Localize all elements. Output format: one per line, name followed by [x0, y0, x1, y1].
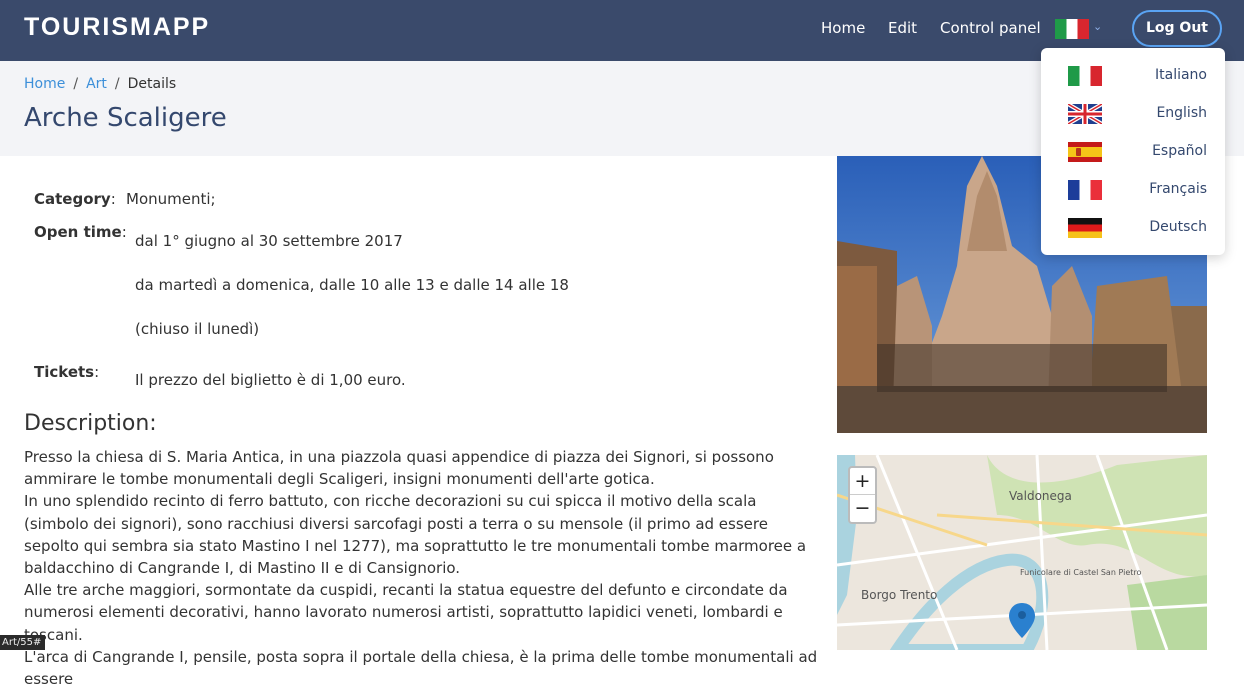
map-zoom-controls: + − [848, 466, 877, 524]
language-toggle[interactable]: ⌄ [1055, 19, 1107, 41]
logout-button[interactable]: Log Out [1132, 10, 1222, 47]
page-title: Arche Scaligere [24, 103, 227, 133]
category-value: Monumenti; [126, 190, 216, 208]
language-option-italiano[interactable]: Italiano [1041, 59, 1225, 93]
description-paragraph: L'arca di Cangrande I, pensile, posta so… [24, 647, 818, 689]
breadcrumb-separator: / [73, 76, 79, 92]
breadcrumb-separator: / [114, 76, 120, 92]
germany-flag-icon [1068, 218, 1102, 238]
map-label-valdonega: Valdonega [1009, 489, 1072, 503]
italy-flag-icon [1068, 66, 1102, 86]
breadcrumb-current: Details [127, 76, 177, 92]
language-option-francais[interactable]: Français [1041, 173, 1225, 207]
category-label: Category: [34, 190, 116, 208]
language-option-espanol[interactable]: Español [1041, 135, 1225, 169]
breadcrumb-art[interactable]: Art [86, 76, 107, 92]
nav-edit[interactable]: Edit [888, 19, 917, 37]
open-time-label: Open time: [34, 223, 127, 241]
language-label: English [1156, 105, 1207, 121]
tickets-value: Il prezzo del biglietto è di 1,00 euro. [135, 371, 406, 389]
breadcrumb: Home / Art / Details [24, 76, 176, 92]
zoom-in-button[interactable]: + [850, 468, 875, 495]
zoom-out-button[interactable]: − [850, 495, 875, 522]
location-map[interactable]: Valdonega Borgo Trento Funicolare di Cas… [837, 455, 1207, 650]
open-time-line: (chiuso il lunedì) [135, 320, 260, 338]
language-option-deutsch[interactable]: Deutsch [1041, 211, 1225, 245]
italy-flag-icon [1055, 19, 1089, 39]
open-time-line: da martedì a domenica, dalle 10 alle 13 … [135, 276, 569, 294]
chevron-down-icon: ⌄ [1093, 20, 1103, 33]
description-paragraph: Presso la chiesa di S. Maria Antica, in … [24, 448, 774, 489]
language-option-english[interactable]: English [1041, 97, 1225, 131]
language-dropdown: Italiano English Español Français Deutsc… [1041, 48, 1225, 255]
description-text: Presso la chiesa di S. Maria Antica, in … [24, 446, 824, 690]
france-flag-icon [1068, 180, 1102, 200]
status-bar-url: Art/55# [0, 635, 45, 650]
language-label: Italiano [1155, 67, 1207, 83]
language-label: Español [1152, 143, 1207, 159]
tickets-label: Tickets: [34, 363, 100, 381]
uk-flag-icon [1068, 104, 1102, 124]
map-label-funicolare: Funicolare di Castel San Pietro [1020, 568, 1141, 577]
breadcrumb-home[interactable]: Home [24, 76, 65, 92]
nav-home[interactable]: Home [821, 19, 865, 37]
language-label: Français [1149, 181, 1207, 197]
open-time-line: dal 1° giugno al 30 settembre 2017 [135, 232, 403, 250]
nav-control-panel[interactable]: Control panel [940, 19, 1041, 37]
description-paragraph: In uno splendido recinto di ferro battut… [24, 492, 807, 578]
description-paragraph: Alle tre arche maggiori, sormontate da c… [24, 581, 788, 644]
description-heading: Description: [24, 411, 157, 436]
map-label-borgo-trento: Borgo Trento [861, 588, 937, 602]
spain-flag-icon [1068, 142, 1102, 162]
language-label: Deutsch [1149, 219, 1207, 235]
brand-logo[interactable]: TOURISMAPP [24, 13, 210, 42]
